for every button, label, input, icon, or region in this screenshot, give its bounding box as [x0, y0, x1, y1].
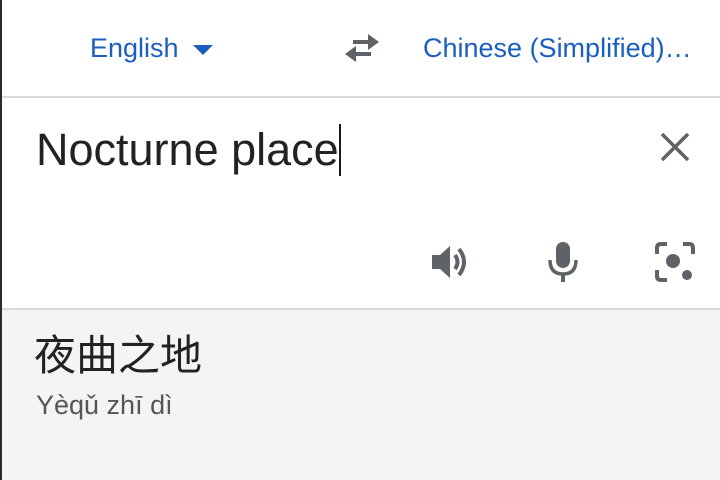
target-language-selector[interactable]: Chinese (Simplified)…: [423, 30, 715, 66]
translation-result-panel: 夜曲之地 Yèqǔ zhī dì: [2, 310, 720, 480]
source-text-area[interactable]: Nocturne place: [2, 98, 720, 308]
speaker-icon: [432, 246, 466, 278]
target-language-label: Chinese (Simplified)…: [423, 32, 692, 63]
swap-languages-button[interactable]: [338, 26, 386, 70]
clear-text-button[interactable]: [652, 124, 698, 170]
swap-arrows-icon: [345, 34, 379, 62]
close-icon: [660, 132, 690, 162]
source-language-label: English: [90, 32, 179, 63]
source-language-selector[interactable]: English: [90, 30, 213, 66]
source-text-value: Nocturne place: [36, 124, 339, 175]
microphone-icon: [548, 242, 578, 282]
voice-input-button[interactable]: [539, 238, 587, 286]
camera-lens-icon: [655, 242, 695, 282]
listen-button[interactable]: [426, 238, 474, 286]
translated-text: 夜曲之地: [34, 331, 203, 380]
text-cursor: [338, 124, 341, 176]
chevron-down-icon: [192, 45, 213, 55]
language-bar: English Chinese (Simplified)…: [2, 0, 720, 96]
source-text-input[interactable]: Nocturne place: [36, 122, 341, 178]
camera-translate-button[interactable]: [651, 238, 699, 286]
translate-app: English Chinese (Simplified)… Nocturne p…: [0, 0, 720, 480]
romanization-text: Yèqǔ zhī dì: [36, 390, 173, 420]
